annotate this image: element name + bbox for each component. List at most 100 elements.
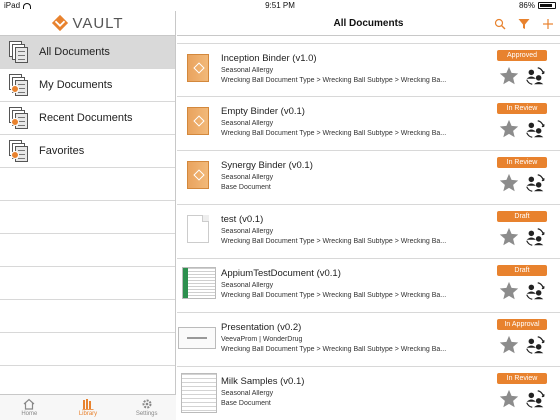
document-product: Seasonal Allergy <box>221 228 274 235</box>
gear-icon <box>142 399 152 409</box>
document-title: Milk Samples (v0.1) <box>221 376 305 387</box>
sidebar-item-my-documents[interactable]: My Documents <box>0 69 175 102</box>
ipad-screen: iPad 9:51 PM 86% VAULT All Documents My … <box>0 0 560 420</box>
tab-settings[interactable]: Settings <box>117 395 176 420</box>
sidebar-item-favorites[interactable]: Favorites <box>0 135 175 168</box>
add-icon[interactable] <box>542 18 554 30</box>
sidebar-nav: All Documents My Documents Recent Docume… <box>0 36 175 399</box>
my-documents-icon <box>9 74 29 96</box>
tab-bar: Home Library Settings <box>0 394 176 420</box>
row-actions <box>498 65 546 87</box>
document-text: test (v0.1) Seasonal Allergy Wrecking Ball… <box>221 214 463 245</box>
favorite-star-icon[interactable] <box>498 65 520 87</box>
battery-fill <box>540 4 553 7</box>
device-label: iPad <box>4 1 21 10</box>
workflow-users-icon[interactable] <box>524 334 546 356</box>
sidebar-item-all-documents[interactable]: All Documents <box>0 36 175 69</box>
battery-icon <box>538 2 556 9</box>
tab-label: Settings <box>135 411 158 417</box>
row-actions <box>498 172 546 194</box>
workflow-users-icon[interactable] <box>524 388 546 410</box>
document-title: AppiumTestDocument (v0.1) <box>221 268 341 279</box>
nav-actions <box>494 11 554 36</box>
document-list: Inception Binder (v1.0) Seasonal Allergy W… <box>177 43 560 420</box>
document-product: Seasonal Allergy <box>221 390 274 397</box>
sidebar-item-label: Recent Documents <box>39 112 133 124</box>
vault-logo-text: VAULT <box>72 14 124 32</box>
document-type: Wrecking Ball Document Type > Wrecking B… <box>221 292 447 299</box>
document-row[interactable]: Empty Binder (v0.1) Seasonal Allergy Wreck… <box>177 97 560 151</box>
sidebar-item-label: All Documents <box>39 46 110 58</box>
tab-library[interactable]: Library <box>59 395 118 420</box>
document-text: Inception Binder (v1.0) Seasonal Allergy W… <box>221 53 463 84</box>
search-icon[interactable] <box>494 18 506 30</box>
document-thumbnail <box>187 161 209 189</box>
document-product: Seasonal Allergy <box>221 174 274 181</box>
document-text: Empty Binder (v0.1) Seasonal Allergy Wreck… <box>221 106 463 137</box>
sidebar-item-label: Favorites <box>39 145 85 157</box>
favorite-star-icon[interactable] <box>498 280 520 302</box>
row-actions <box>498 118 546 140</box>
workflow-users-icon[interactable] <box>524 280 546 302</box>
tab-home[interactable]: Home <box>0 395 59 420</box>
document-title: Presentation (v0.2) <box>221 322 302 333</box>
sidebar-item-label: My Documents <box>39 79 113 91</box>
favorite-star-icon[interactable] <box>498 334 520 356</box>
status-badge: In Review <box>497 373 547 384</box>
document-text: Milk Samples (v0.1) Seasonal Allergy Base … <box>221 376 463 407</box>
document-row[interactable]: Inception Binder (v1.0) Seasonal Allergy W… <box>177 43 560 97</box>
document-row[interactable]: test (v0.1) Seasonal Allergy Wrecking Ball… <box>177 205 560 259</box>
document-text: Presentation (v0.2) VeevaProm | WonderDru… <box>221 322 463 353</box>
document-thumbnail <box>178 327 216 349</box>
workflow-users-icon[interactable] <box>524 172 546 194</box>
document-row[interactable]: Milk Samples (v0.1) Seasonal Allergy Base … <box>177 367 560 420</box>
status-badge: Approved <box>497 50 547 61</box>
sidebar-item-recent-documents[interactable]: Recent Documents <box>0 102 175 135</box>
favorite-star-icon[interactable] <box>498 172 520 194</box>
favorite-star-icon[interactable] <box>498 388 520 410</box>
document-type: Wrecking Ball Document Type > Wrecking B… <box>221 130 447 137</box>
workflow-users-icon[interactable] <box>524 65 546 87</box>
document-thumbnail <box>187 107 209 135</box>
workflow-users-icon[interactable] <box>524 226 546 248</box>
document-thumbnail <box>182 267 216 299</box>
sidebar-empty-row <box>0 333 175 366</box>
sidebar-empty-row <box>0 168 175 201</box>
status-badge: Draft <box>497 211 547 222</box>
workflow-users-icon[interactable] <box>524 118 546 140</box>
tab-label: Home <box>21 411 38 417</box>
favorites-icon <box>9 140 29 162</box>
document-panel: All Documents Inception Binder (v1.0) Sea… <box>177 11 560 420</box>
sidebar-empty-row <box>0 300 175 333</box>
sidebar-empty-row <box>0 201 175 234</box>
battery-percent: 86% <box>518 1 535 10</box>
documents-icon <box>9 41 29 63</box>
document-type: Base Document <box>221 400 271 407</box>
document-row[interactable]: Presentation (v0.2) VeevaProm | WonderDru… <box>177 313 560 367</box>
document-row[interactable]: Synergy Binder (v0.1) Seasonal Allergy Bas… <box>177 151 560 205</box>
wifi-icon <box>23 2 32 9</box>
vault-logo: VAULT <box>0 11 175 36</box>
document-thumbnail <box>187 215 209 243</box>
filter-icon[interactable] <box>518 18 530 30</box>
document-title: Empty Binder (v0.1) <box>221 106 305 117</box>
home-icon <box>23 398 35 410</box>
favorite-star-icon[interactable] <box>498 226 520 248</box>
library-icon <box>82 399 94 410</box>
document-row[interactable]: AppiumTestDocument (v0.1) Seasonal Allerg… <box>177 259 560 313</box>
sidebar-empty-row <box>0 267 175 300</box>
document-title: Synergy Binder (v0.1) <box>221 160 313 171</box>
tab-label: Library <box>78 411 98 417</box>
navigation-bar: All Documents <box>177 11 560 36</box>
document-title: test (v0.1) <box>221 214 264 225</box>
document-product: VeevaProm | WonderDrug <box>221 336 303 343</box>
document-product: Seasonal Allergy <box>221 67 274 74</box>
status-badge: In Review <box>497 103 547 114</box>
document-type: Base Document <box>221 184 271 191</box>
status-badge: Draft <box>497 265 547 276</box>
status-bar: iPad 9:51 PM 86% <box>0 0 560 11</box>
page-title: All Documents <box>333 17 404 29</box>
vault-logo-icon <box>52 14 69 32</box>
row-actions <box>498 334 546 356</box>
favorite-star-icon[interactable] <box>498 118 520 140</box>
